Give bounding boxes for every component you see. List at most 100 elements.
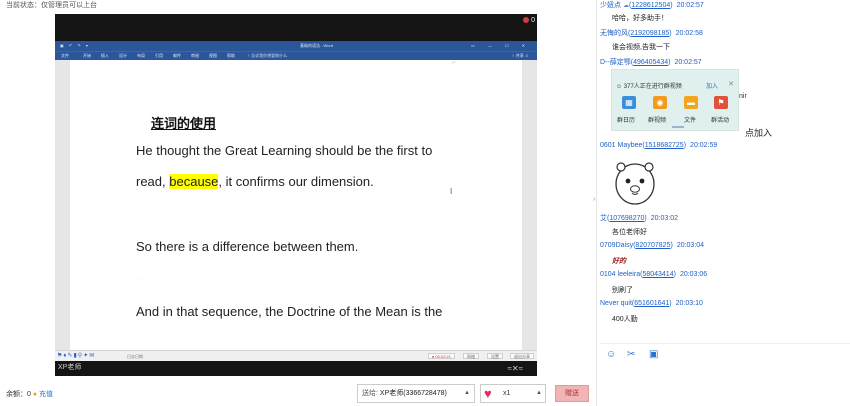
menu-view: 视图: [209, 53, 217, 58]
chat-message-meta: 0709Daisy(820707825) 20:03:04: [600, 242, 705, 249]
menu-file: 文件: [61, 53, 69, 58]
shot-label-events: 群活动: [711, 118, 730, 124]
screen-share-taskbar: ⚑♦✎▮⚲✦✉ 日志日期 ● 00:02:21 网络 设置 退出分享: [55, 350, 537, 361]
sender-uid[interactable]: 1228612504: [631, 2, 670, 9]
share-settings-button[interactable]: 设置: [487, 353, 503, 359]
sender-name[interactable]: 少妞点: [600, 2, 621, 9]
sender-uid[interactable]: 1518682725: [645, 142, 684, 149]
doc-line-3: So there is a difference between them.: [136, 239, 358, 254]
balance: 余额：0 ● 充值: [6, 389, 53, 399]
presenter-name: XP老师: [58, 364, 82, 371]
join-link: 加入: [706, 84, 719, 90]
record-dot-icon: [523, 17, 530, 24]
document-page: · ⌐ 连词的使用 He thought the Great Learning …: [70, 60, 522, 350]
message-time: 20:03:02: [650, 215, 678, 222]
paragraph-mark: ·: [138, 212, 140, 218]
menu-layout: 布局: [137, 53, 145, 58]
doc-line-2-pre: read,: [136, 174, 170, 189]
sender-uid[interactable]: 58043414: [642, 271, 673, 278]
flag-icon: ⚑: [714, 96, 728, 109]
caret-up-icon: ▲: [536, 390, 542, 396]
shot-label-video: 群视频: [648, 118, 667, 124]
chat-message-text: 谁会视频,告我一下: [612, 44, 670, 51]
menu-home: 开始: [83, 53, 91, 58]
recipient-value: XP老师(3366728478): [379, 390, 447, 397]
paragraph-mark: ·: [138, 277, 140, 283]
caret-up-icon: ▲: [464, 390, 470, 396]
status-text: 当前状态：仅管理员可以上台: [6, 2, 97, 9]
doc-heading: 连词的使用: [151, 117, 217, 132]
share-tools: ♀ 共享 ☺: [511, 53, 529, 58]
sender-name[interactable]: 0104 leeleira: [600, 271, 640, 278]
click-join-text: 点加入: [745, 128, 773, 138]
close-icon: ✕: [728, 81, 734, 88]
heart-icon: ♥: [484, 386, 492, 401]
calendar-icon: ▦: [622, 96, 636, 109]
panel-divider[interactable]: [596, 0, 597, 406]
smiley-icon[interactable]: ☺: [606, 349, 616, 360]
chat-message-text: 别刷了: [612, 287, 633, 294]
sender-name[interactable]: D--薛定鄂: [600, 59, 631, 66]
video-layout-toggle-icon[interactable]: ≈✕≈: [508, 364, 523, 373]
chat-message-meta: D--薛定鄂(496405434) 20:02:57: [600, 59, 702, 66]
sender-name[interactable]: 0709Daisy: [600, 242, 633, 249]
share-network-button[interactable]: 网络: [463, 353, 479, 359]
document-canvas: · ⌐ 连词的使用 He thought the Great Learning …: [55, 60, 537, 350]
word-titlebar: ▣ ↶ ↷ ▾ 基础的语法 - Word ▭ — ☐ ✕: [55, 41, 537, 51]
word-menubar: 文件 开始 插入 设计 布局 引用 邮件 审阅 视图 帮助 ♀ 告诉我你想要做什…: [55, 51, 537, 60]
text-cursor-icon: I: [450, 187, 453, 196]
menu-help: 帮助: [227, 53, 235, 58]
folder-icon: ▬: [684, 96, 698, 109]
chat-panel[interactable]: 少妞点 ☁(1228612504) 20:02:57 哈哈，好多助手！ 无悔的风(…: [600, 0, 850, 340]
shared-screenshot[interactable]: ☺ 377人正在进行群视频 加入 ✕ ▦ ◉ ▬ ⚑ 群日历 群视频 文件 群活…: [611, 69, 739, 131]
shared-word-window: ▣ ↶ ↷ ▾ 基础的语法 - Word ▭ — ☐ ✕ 文件 开始 插入 设计…: [55, 41, 537, 361]
gift-bar: 余额：0 ● 充值 送给: XP老师(3366728478) ▲ ♥ x1 ▲ …: [0, 380, 597, 406]
margin-mark: ⌐: [452, 60, 456, 66]
sender-name[interactable]: 0601 Maybee: [600, 142, 642, 149]
paragraph-mark: ·: [138, 82, 140, 88]
avatar-bubble-icon: ☁: [622, 3, 629, 9]
menu-mailings: 邮件: [173, 53, 181, 58]
chat-toolbar: ☺ ✂ ▣: [600, 343, 850, 363]
scissors-icon[interactable]: ✂: [627, 349, 635, 360]
menu-insert: 插入: [101, 53, 109, 58]
send-gift-button[interactable]: 赠送: [555, 385, 589, 402]
chat-message-text: 各位老师好: [612, 229, 647, 236]
menu-review: 审阅: [191, 53, 199, 58]
recipient-select[interactable]: 送给: XP老师(3366728478) ▲: [357, 384, 475, 403]
chat-message-meta: 0601 Maybee(1518682725) 20:02:59: [600, 142, 718, 149]
tell-me-box: ♀ 告诉我你想要做什么: [247, 53, 288, 58]
chat-message-text: 400人勤: [612, 316, 638, 323]
message-time: 20:02:58: [675, 30, 703, 37]
sender-name[interactable]: Never quit: [600, 300, 632, 307]
chat-message-meta: 少妞点 ☁(1228612504) 20:02:57: [600, 2, 704, 9]
shot-label-files: 文件: [684, 118, 697, 124]
sender-name[interactable]: 无悔的风: [600, 30, 628, 37]
taskbar-label: 日志日期: [127, 354, 143, 359]
gift-select[interactable]: ♥ x1 ▲: [480, 384, 546, 403]
word-title: 基础的语法 - Word: [300, 43, 334, 48]
message-time: 20:02:59: [690, 142, 718, 149]
sender-uid[interactable]: 496405434: [633, 59, 668, 66]
gift-quantity: x1: [503, 390, 511, 397]
record-indicator: 0: [523, 17, 535, 24]
recharge-link[interactable]: 充值: [39, 391, 53, 398]
message-time: 20:03:06: [679, 271, 708, 278]
menu-references: 引用: [155, 53, 163, 58]
image-icon[interactable]: ▣: [649, 349, 658, 360]
doc-line-2-post: , it confirms our dimension.: [218, 174, 374, 189]
chat-message-meta: 艾(107698270) 20:03:02: [600, 215, 678, 222]
taskbar-app-icons: ⚑♦✎▮⚲✦✉: [57, 353, 96, 359]
stop-share-button[interactable]: 退出分享: [510, 353, 534, 359]
message-time: 20:02:57: [674, 59, 702, 66]
sender-uid[interactable]: 820707825: [635, 242, 670, 249]
video-frame[interactable]: 0 ▣ ↶ ↷ ▾ 基础的语法 - Word ▭ — ☐ ✕ 文件 开始 插入 …: [55, 14, 537, 376]
window-controls: ▭ — ☐ ✕: [470, 43, 531, 48]
sender-uid[interactable]: 2192098185: [630, 30, 669, 37]
video-icon: ◉: [653, 96, 667, 109]
sender-uid[interactable]: 651601641: [634, 300, 669, 307]
doc-line-1: He thought the Great Learning should be …: [136, 143, 432, 158]
sender-name[interactable]: 艾: [600, 215, 607, 222]
collapse-arrow-icon[interactable]: ›: [593, 196, 595, 203]
sender-uid[interactable]: 107698270: [609, 215, 644, 222]
